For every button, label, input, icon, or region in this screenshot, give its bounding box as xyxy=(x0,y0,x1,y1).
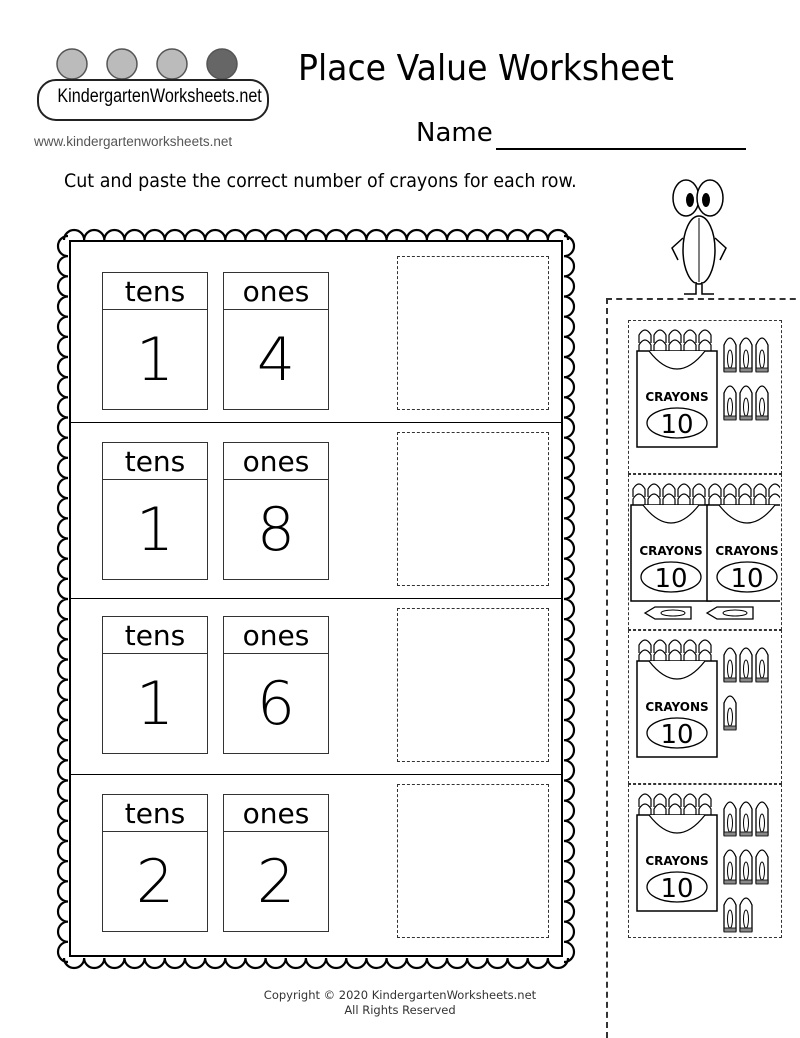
logo-url: www.kindergartenworksheets.net xyxy=(34,134,233,149)
crayon-box: CRAYONS 10 xyxy=(706,483,788,602)
crayon-single xyxy=(739,385,753,421)
tens-digit: 1 xyxy=(135,325,175,395)
tens-label: tens xyxy=(103,443,207,480)
crayon-box-count: 10 xyxy=(660,720,693,750)
paste-area[interactable] xyxy=(397,784,549,938)
crayon-set-icon: CRAYONS 10 CRAYONS 10 xyxy=(630,483,788,620)
crayon-single xyxy=(643,606,692,620)
cutout-card[interactable]: CRAYONS 10 xyxy=(628,784,782,938)
rights-text: All Rights Reserved xyxy=(344,1003,456,1017)
tens-box: tens 1 xyxy=(102,272,208,410)
name-label: Name xyxy=(416,118,493,148)
crayon-single xyxy=(739,801,753,837)
tens-box: tens 1 xyxy=(102,442,208,580)
row-4: tens 2 ones 2 xyxy=(71,774,561,954)
instructions: Cut and paste the correct number of cray… xyxy=(64,170,577,192)
crayon-box-label: CRAYONS xyxy=(715,544,778,558)
crayon-single xyxy=(705,606,754,620)
tens-digit: 2 xyxy=(135,847,175,917)
copyright-text: Copyright © 2020 KindergartenWorksheets.… xyxy=(263,988,537,1002)
ones-label: ones xyxy=(224,617,328,654)
name-line[interactable] xyxy=(496,148,746,150)
ones-label: ones xyxy=(224,795,328,832)
crayon-box: CRAYONS 10 xyxy=(636,639,718,758)
tens-box: tens 2 xyxy=(102,794,208,932)
ones-digit: 2 xyxy=(256,847,296,917)
crayon-set-icon: CRAYONS 10 xyxy=(636,329,769,448)
crayon-set-icon: CRAYONS 10 xyxy=(636,639,769,758)
crayon-single xyxy=(723,647,737,683)
row-2: tens 1 ones 8 xyxy=(71,422,561,598)
paste-area[interactable] xyxy=(397,608,549,762)
tens-label: tens xyxy=(103,273,207,310)
crayon-box-label: CRAYONS xyxy=(645,854,708,868)
ones-box: ones 8 xyxy=(223,442,329,580)
crayon-box: CRAYONS 10 xyxy=(636,793,718,912)
crayon-box-count: 10 xyxy=(660,874,693,904)
cutout-card[interactable]: CRAYONS 10 xyxy=(628,320,782,474)
crayon-single xyxy=(739,849,753,885)
tens-label: tens xyxy=(103,795,207,832)
crayon-single xyxy=(723,385,737,421)
ones-label: ones xyxy=(224,273,328,310)
scissors-mascot-icon xyxy=(671,179,727,295)
crayon-box-label: CRAYONS xyxy=(645,390,708,404)
cutout-card[interactable]: CRAYONS 10 CRAYONS 10 xyxy=(628,474,788,630)
ones-digit: 8 xyxy=(256,495,296,565)
row-3: tens 1 ones 6 xyxy=(71,598,561,774)
paste-area[interactable] xyxy=(397,256,549,410)
crayon-single xyxy=(739,337,753,373)
crayon-box-label: CRAYONS xyxy=(645,700,708,714)
ones-box: ones 4 xyxy=(223,272,329,410)
crayon-single xyxy=(755,801,769,837)
page-title: Place Value Worksheet xyxy=(298,48,674,89)
crayon-single xyxy=(723,695,737,731)
crayon-single xyxy=(755,849,769,885)
crayon-box-count: 10 xyxy=(660,410,693,440)
crayon-box-label: CRAYONS xyxy=(639,544,702,558)
crayon-single xyxy=(723,897,737,933)
crayon-single xyxy=(723,801,737,837)
tens-label: tens xyxy=(103,617,207,654)
crayon-single xyxy=(723,849,737,885)
ones-box: ones 6 xyxy=(223,616,329,754)
crayon-box-count: 10 xyxy=(654,564,687,594)
tens-digit: 1 xyxy=(135,495,175,565)
crayon-box-count: 10 xyxy=(730,564,763,594)
crayon-single xyxy=(755,647,769,683)
worksheet-table: tens 1 ones 4 tens 1 ones 8 tens 1 ones … xyxy=(69,240,563,957)
ones-digit: 6 xyxy=(256,669,296,739)
crayon-single xyxy=(739,897,753,933)
crayon-single xyxy=(723,337,737,373)
tens-box: tens 1 xyxy=(102,616,208,754)
crayon-single xyxy=(739,647,753,683)
ones-label: ones xyxy=(224,443,328,480)
footer: Copyright © 2020 KindergartenWorksheets.… xyxy=(0,988,800,1018)
logo-text: KindergartenWorksheets.net xyxy=(57,86,262,107)
ones-box: ones 2 xyxy=(223,794,329,932)
crayon-single xyxy=(755,337,769,373)
crayon-set-icon: CRAYONS 10 xyxy=(636,793,769,933)
row-1: tens 1 ones 4 xyxy=(71,242,561,422)
cutout-card[interactable]: CRAYONS 10 xyxy=(628,630,782,784)
crayon-single xyxy=(755,385,769,421)
ones-digit: 4 xyxy=(256,325,296,395)
crayon-box: CRAYONS 10 xyxy=(636,329,718,448)
paste-area[interactable] xyxy=(397,432,549,586)
tens-digit: 1 xyxy=(135,669,175,739)
crayon-box: CRAYONS 10 xyxy=(630,483,712,602)
